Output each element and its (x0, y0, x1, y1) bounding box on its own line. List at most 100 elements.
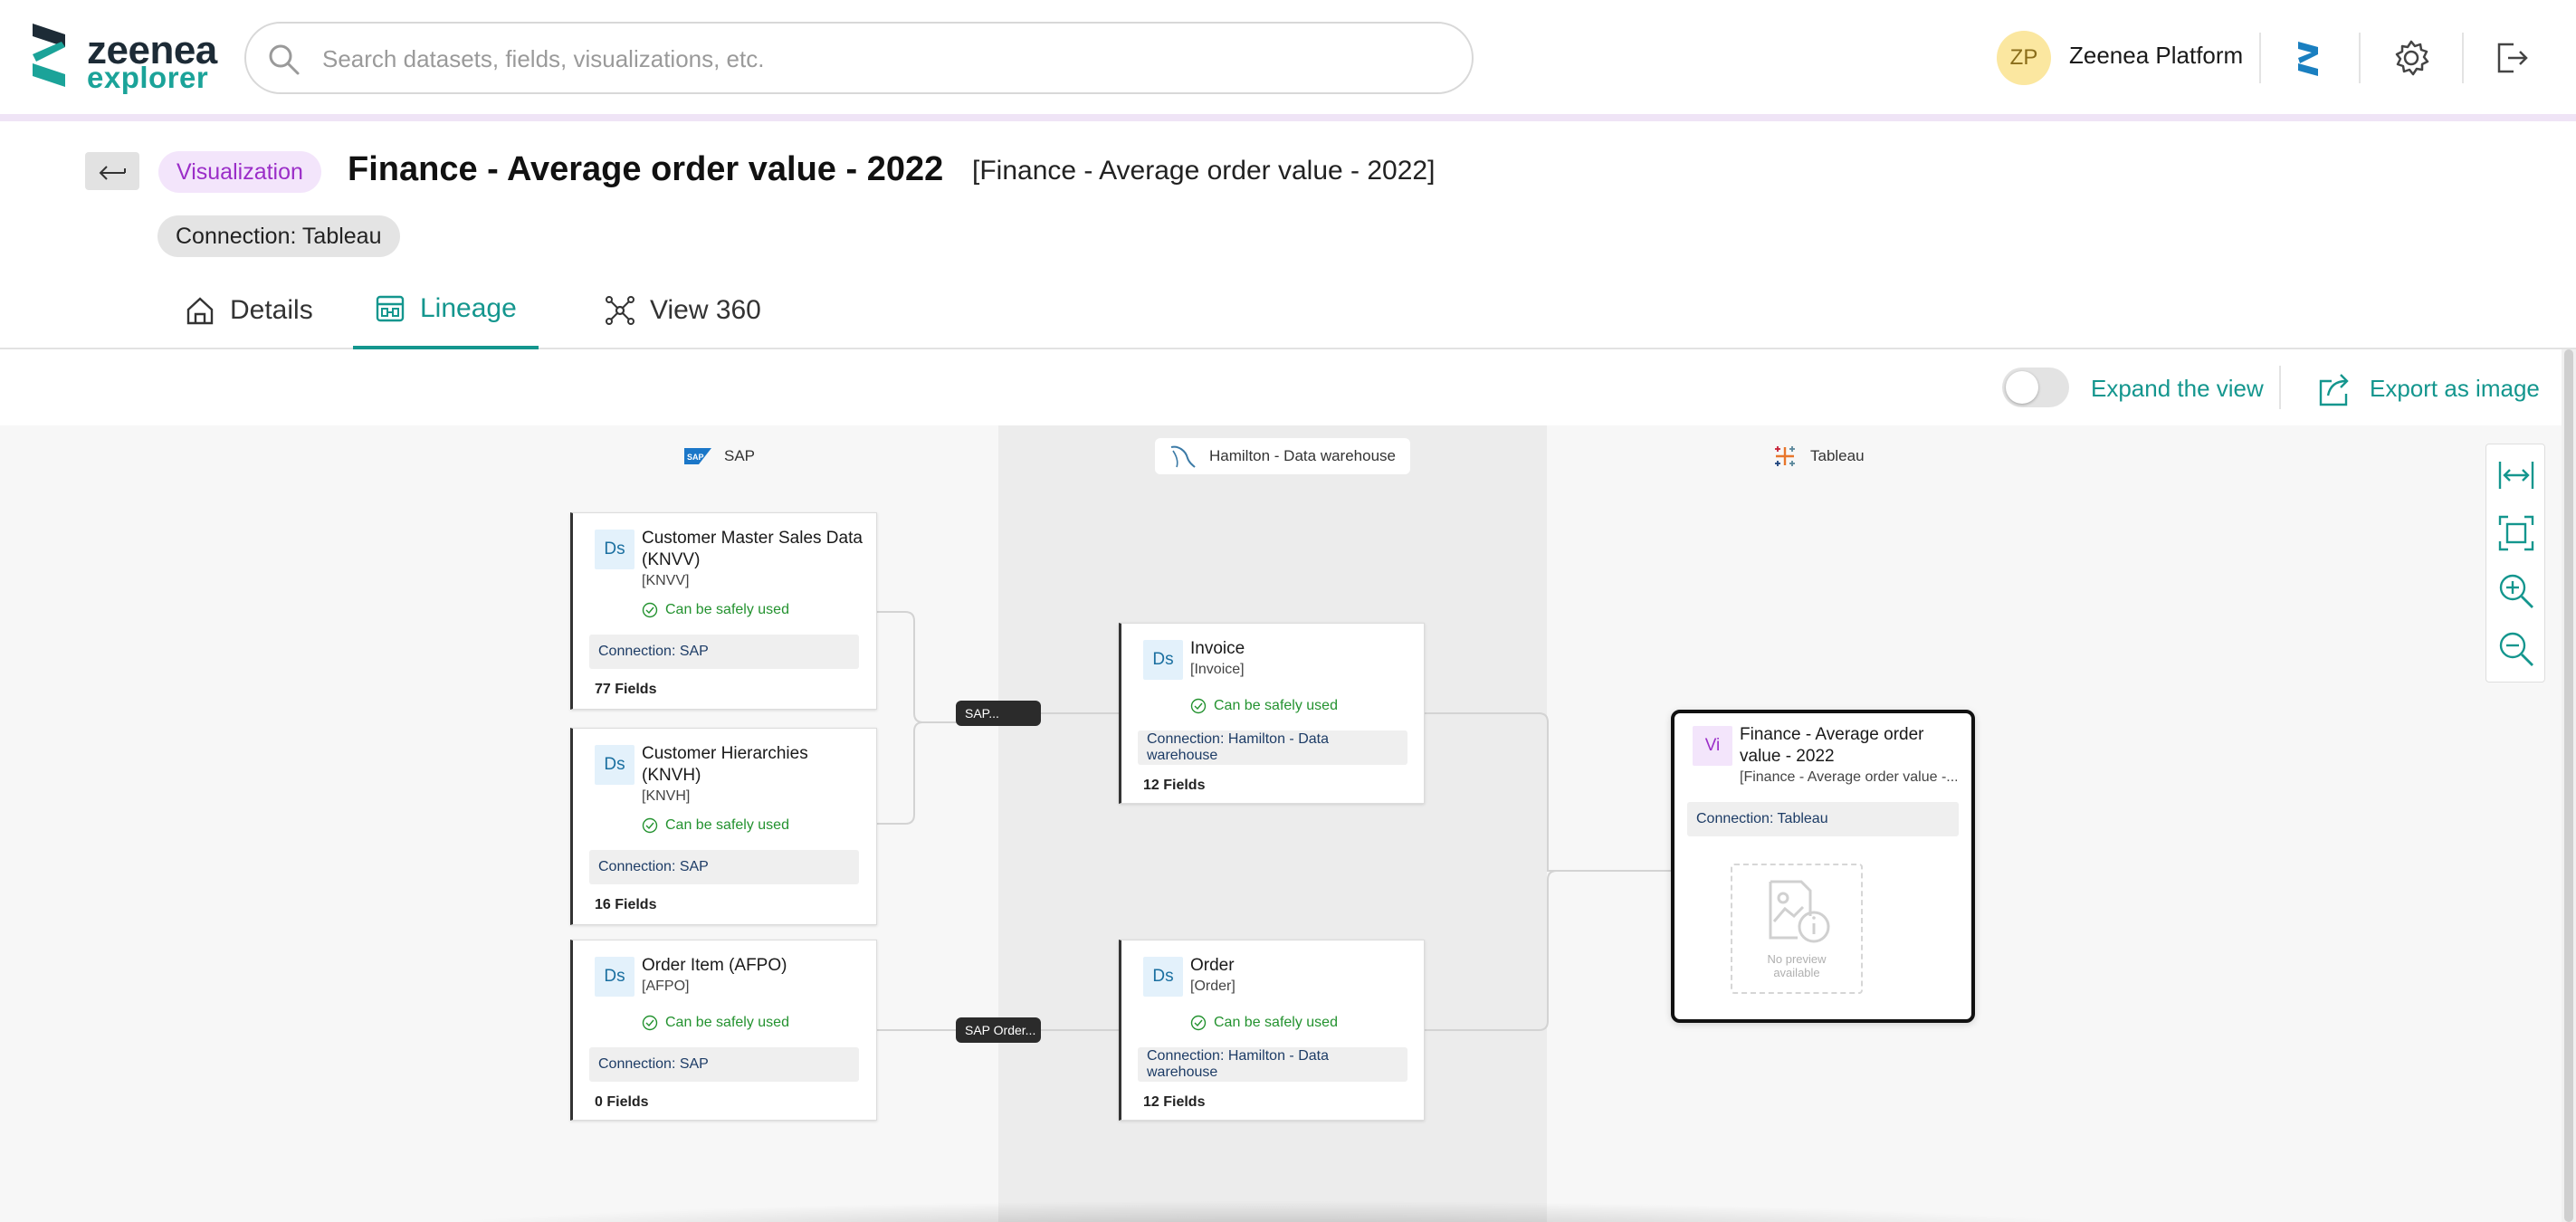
check-circle-icon (642, 602, 658, 618)
dataset-name: Order (1190, 956, 1235, 975)
edge-invoice-viz (1425, 712, 1671, 872)
dataset-node-invoice[interactable]: Ds Invoice [Invoice] Can be safely used … (1119, 623, 1425, 804)
check-circle-icon (642, 817, 658, 834)
platform-name[interactable]: Zeenea Platform (2069, 42, 2243, 70)
zeenea-logo[interactable]: zeenea explorer (33, 24, 232, 94)
home-icon (186, 297, 214, 325)
lineage-icon (376, 295, 405, 322)
dataset-name: Customer Master Sales Data (KNVV) (642, 529, 863, 569)
zoom-out-icon[interactable] (2495, 627, 2538, 671)
no-preview-text: No preview available (1767, 952, 1827, 979)
field-count: 16 Fields (595, 897, 657, 912)
dataset-badge: Ds (595, 530, 634, 569)
status-text: Can be safely used (1214, 698, 1338, 713)
toggle-knob (2006, 371, 2038, 404)
edge-knvh-process (877, 721, 958, 825)
page-title: Finance - Average order value - 2022 (348, 150, 944, 188)
status-text: Can be safely used (665, 602, 789, 617)
vertical-scrollbar[interactable] (2562, 349, 2576, 1222)
status-badge: Can be safely used (642, 1015, 789, 1031)
field-count: 77 Fields (595, 682, 657, 697)
node-connection: Connection: Hamilton - Data warehouse (1138, 1047, 1407, 1082)
dataset-node-knvv[interactable]: Ds Customer Master Sales Data (KNVV) [KN… (570, 512, 877, 710)
user-avatar[interactable]: ZP (1997, 31, 2051, 85)
export-label: Export as image (2370, 374, 2540, 402)
dataset-badge: Ds (595, 745, 634, 785)
zeenea-logo-mark-icon (33, 24, 65, 87)
visualization-badge: Vi (1693, 726, 1732, 766)
zoom-controls (2485, 444, 2545, 683)
zoom-in-icon[interactable] (2495, 569, 2538, 613)
search-input[interactable] (322, 36, 1445, 81)
back-button[interactable] (85, 152, 139, 190)
connection-chip[interactable]: Connection: Tableau (157, 215, 400, 257)
dataset-name: Order Item (AFPO) (642, 956, 787, 975)
process-node[interactable]: SAP Order... (956, 1017, 1041, 1043)
fit-screen-icon[interactable] (2495, 511, 2538, 555)
gear-icon[interactable] (2388, 34, 2435, 81)
tab-label: Details (230, 295, 313, 325)
dataset-key: [Order] (1190, 979, 1236, 994)
item-type-chip: Visualization (158, 151, 321, 193)
no-preview-icon (1769, 880, 1830, 943)
dataset-node-knvh[interactable]: Ds Customer Hierarchies (KNVH) [KNVH] Ca… (570, 728, 877, 925)
visualization-name: Finance - Average order value - 2022 (1740, 725, 1924, 766)
header-divider (2259, 33, 2261, 83)
node-connection: Connection: Tableau (1687, 802, 1959, 836)
lineage-canvas[interactable]: SAP SAP Hamilton - Data warehouse Tablea… (0, 425, 2562, 1222)
node-connection: Connection: SAP (589, 1047, 859, 1082)
zeenea-studio-icon[interactable] (2285, 34, 2332, 81)
status-badge: Can be safely used (1190, 1015, 1338, 1031)
status-badge: Can be safely used (642, 602, 789, 618)
global-search[interactable] (244, 22, 1474, 94)
dataset-key: [AFPO] (642, 979, 690, 994)
logo-subtitle: explorer (87, 61, 209, 94)
tab-lineage[interactable]: Lineage (353, 281, 539, 349)
field-count: 0 Fields (595, 1094, 649, 1110)
header-divider (2359, 33, 2361, 83)
field-count: 12 Fields (1143, 778, 1206, 793)
edge-knvv-process (877, 611, 958, 723)
fit-width-icon[interactable] (2495, 453, 2538, 497)
back-arrow-icon (99, 166, 126, 180)
dataset-name: Invoice (1190, 639, 1245, 658)
dataset-key: [Invoice] (1190, 662, 1245, 677)
dataset-badge: Ds (1143, 640, 1183, 680)
graph-icon (606, 296, 634, 325)
edge-order-viz (1425, 870, 1671, 1031)
status-text: Can be safely used (1214, 1015, 1338, 1030)
search-icon (269, 44, 300, 75)
tab-label: View 360 (650, 295, 761, 325)
node-connection: Connection: Hamilton - Data warehouse (1138, 730, 1407, 765)
dataset-name: Customer Hierarchies (KNVH) (642, 744, 808, 785)
visualization-node[interactable]: Vi Finance - Average order value - 2022 … (1671, 710, 1975, 1023)
check-circle-icon (1190, 1015, 1207, 1031)
process-node[interactable]: SAP... (956, 701, 1041, 726)
header-divider (2462, 33, 2464, 83)
toolbar-divider (2279, 366, 2281, 409)
scrollbar-thumb[interactable] (2564, 349, 2573, 1222)
expand-view-label[interactable]: Expand the view (2091, 375, 2264, 403)
dataset-badge: Ds (1143, 957, 1183, 997)
status-badge: Can be safely used (642, 817, 789, 834)
logout-icon[interactable] (2487, 34, 2534, 81)
dataset-node-order[interactable]: Ds Order [Order] Can be safely used Conn… (1119, 940, 1425, 1121)
field-count: 12 Fields (1143, 1094, 1206, 1110)
tab-details[interactable]: Details (163, 281, 335, 349)
top-header: zeenea explorer ZP Zeenea Platform (0, 0, 2576, 121)
expand-view-toggle[interactable] (2002, 368, 2069, 407)
preview-placeholder: No preview available (1731, 864, 1863, 994)
dataset-node-afpo[interactable]: Ds Order Item (AFPO) [AFPO] Can be safel… (570, 940, 877, 1121)
export-image-button[interactable]: Export as image (2317, 366, 2540, 411)
status-text: Can be safely used (665, 1015, 789, 1030)
check-circle-icon (1190, 698, 1207, 714)
dataset-badge: Ds (595, 957, 634, 997)
status-badge: Can be safely used (1190, 698, 1338, 714)
dataset-key: [KNVV] (642, 573, 690, 588)
dataset-key: [KNVH] (642, 788, 691, 804)
export-icon (2319, 374, 2349, 406)
tab-label: Lineage (420, 293, 517, 323)
tab-view-360[interactable]: View 360 (583, 281, 783, 349)
check-circle-icon (642, 1015, 658, 1031)
visualization-key: [Finance - Average order value -... (1740, 769, 1957, 785)
